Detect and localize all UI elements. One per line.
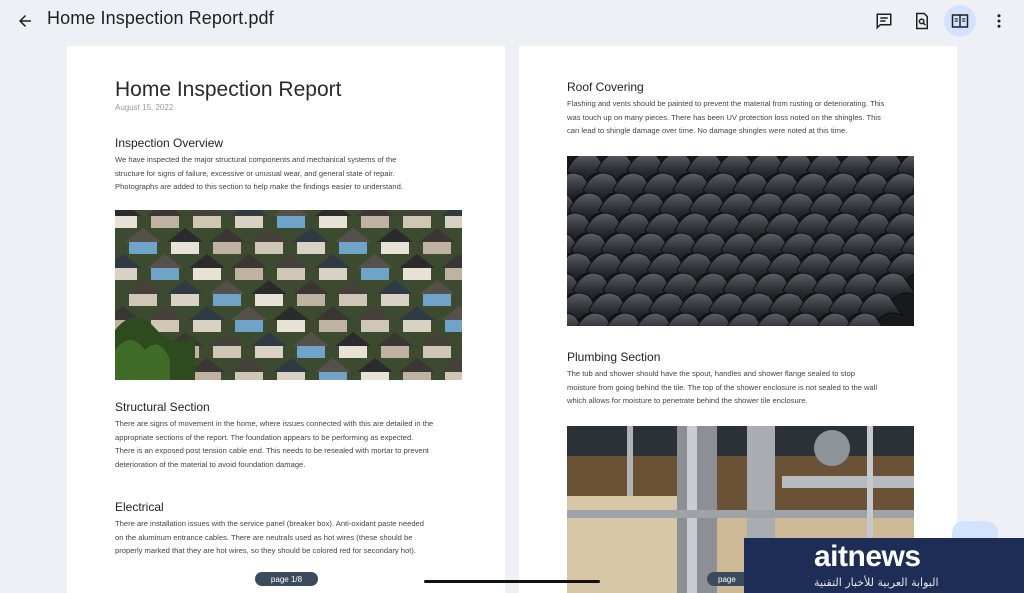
roof-covering-text: Flashing and vents should be painted to … <box>567 99 885 136</box>
watermark-logo: aitnews البوابة العربية للأخبار التقنية <box>744 538 1024 593</box>
roof-tiles-photo <box>567 156 914 326</box>
section-heading-electrical: Electrical <box>115 500 164 514</box>
pdf-page-1[interactable]: Home Inspection Report August 15, 2022 I… <box>67 46 505 593</box>
section-heading-structural: Structural Section <box>115 400 210 414</box>
section-heading-roof-covering: Roof Covering <box>567 80 644 94</box>
more-options-button[interactable] <box>983 5 1015 37</box>
search-document-icon <box>916 12 928 30</box>
houses-aerial-photo <box>115 210 462 380</box>
back-button[interactable] <box>10 6 40 36</box>
pdf-page-2[interactable]: Roof Covering Flashing and vents should … <box>519 46 957 593</box>
document-title: Home Inspection Report.pdf <box>47 8 274 28</box>
inspection-overview-text: We have inspected the major structural c… <box>115 155 403 192</box>
comment-icon <box>876 13 892 30</box>
section-heading-inspection-overview: Inspection Overview <box>115 136 224 150</box>
top-app-bar: Home Inspection Report.pdf <box>0 0 1024 44</box>
plumbing-text: The tub and shower should have the spout… <box>567 369 878 406</box>
structural-text: There are signs of movement in the home,… <box>115 419 434 469</box>
section-heading-plumbing: Plumbing Section <box>567 350 661 364</box>
find-in-document-button[interactable] <box>906 5 938 37</box>
two-page-view-icon <box>951 14 969 28</box>
more-vert-icon <box>997 14 1001 28</box>
comments-button[interactable] <box>868 5 900 37</box>
page-indicator: page 1/8 <box>255 572 318 586</box>
arrow-back-icon <box>19 15 31 27</box>
gesture-home-bar[interactable] <box>424 580 600 583</box>
report-date: August 15, 2022 <box>115 103 174 112</box>
report-title: Home Inspection Report <box>115 78 342 101</box>
watermark-tagline: البوابة العربية للأخبار التقنية <box>814 576 939 589</box>
watermark-name: aitnews <box>814 540 921 573</box>
two-page-view-button[interactable] <box>944 5 976 37</box>
electrical-text: There are installation issues with the s… <box>115 519 424 556</box>
